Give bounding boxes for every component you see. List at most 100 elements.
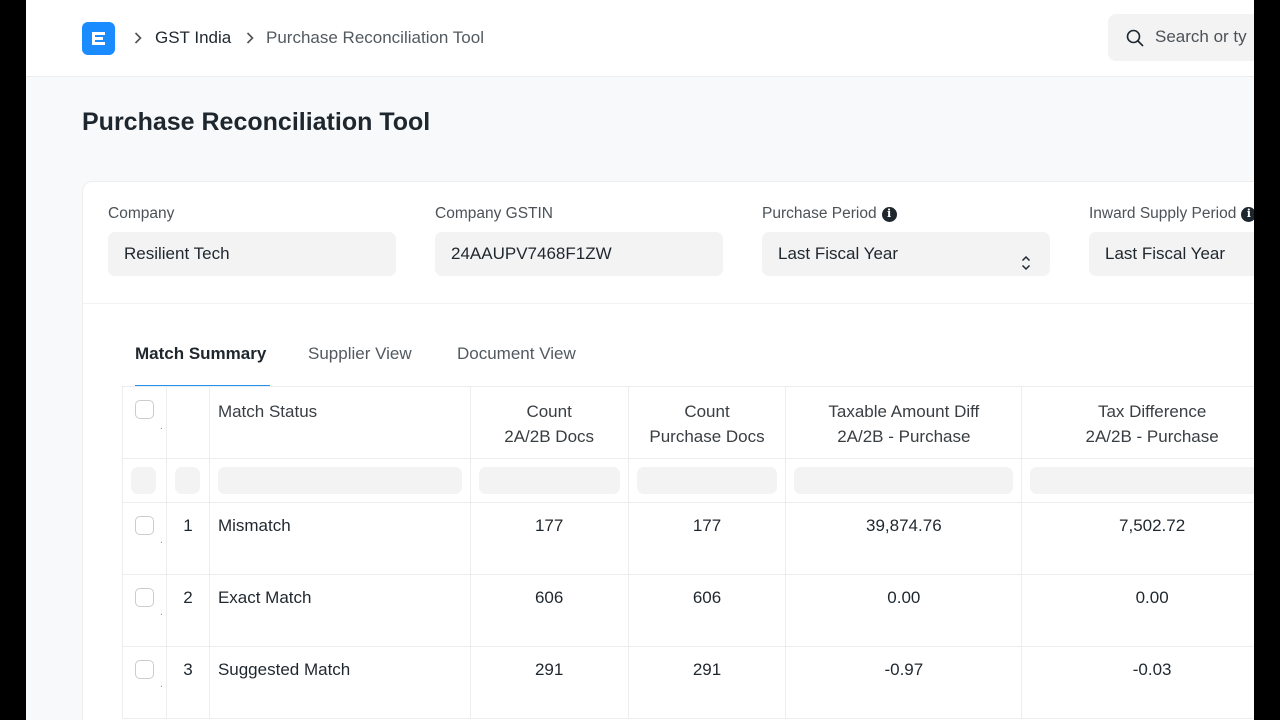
reconciliation-card: Company Resilient Tech Company GSTIN 24A…: [82, 181, 1254, 720]
row-tax-difference: -0.03: [1022, 647, 1254, 718]
filter-cell: [1022, 459, 1254, 502]
page-title: Purchase Reconciliation Tool: [82, 108, 431, 136]
row-checkbox[interactable]: [135, 588, 154, 607]
row-tax-difference: 7,502.72: [1022, 503, 1254, 574]
filter-input[interactable]: [1030, 467, 1254, 494]
header-checkbox-cell: .: [123, 387, 167, 458]
column-dots: .: [160, 535, 163, 546]
column-dots: .: [160, 421, 163, 432]
row-match-status: Exact Match: [210, 575, 471, 646]
row-checkbox[interactable]: [135, 660, 154, 679]
row-taxable-diff: -0.97: [786, 647, 1023, 718]
table-row[interactable]: . 2 Exact Match 606 606 0.00 0.00: [123, 575, 1254, 647]
row-index: 2: [167, 575, 210, 646]
breadcrumb-current-page[interactable]: Purchase Reconciliation Tool: [266, 27, 484, 49]
filter-cell: [629, 459, 787, 502]
header-taxable-diff-line2: 2A/2B - Purchase: [837, 427, 971, 446]
table-row[interactable]: . 1 Mismatch 177 177 39,874.76 7,502.72: [123, 503, 1254, 575]
company-input[interactable]: Resilient Tech: [108, 232, 396, 276]
filter-cell: [210, 459, 471, 502]
select-arrows-icon: [1020, 245, 1032, 271]
filter-cell: [471, 459, 629, 502]
row-match-status: Mismatch: [210, 503, 471, 574]
row-taxable-diff: 39,874.76: [786, 503, 1023, 574]
filter-cell: [167, 459, 210, 502]
header-taxable-diff-line1: Taxable Amount Diff: [828, 402, 980, 421]
row-checkbox[interactable]: [135, 516, 154, 535]
row-count-purchase: 177: [629, 503, 787, 574]
search-placeholder: Search or ty: [1155, 27, 1247, 46]
row-count-2a: 177: [471, 503, 629, 574]
info-icon[interactable]: i: [881, 206, 897, 222]
header-count-2a-line1: Count: [526, 402, 572, 421]
tab-match-summary[interactable]: Match Summary: [135, 344, 266, 364]
filter-input[interactable]: [174, 467, 200, 494]
row-count-purchase: 606: [629, 575, 787, 646]
navbar: GST India Purchase Reconciliation Tool S…: [26, 0, 1254, 77]
row-count-2a: 606: [471, 575, 629, 646]
tab-supplier-view[interactable]: Supplier View: [308, 344, 412, 364]
inward-period-select[interactable]: Last Fiscal Year: [1089, 232, 1254, 276]
filter-input[interactable]: [217, 467, 462, 494]
purchase-period-field: Purchase Period i Last Fiscal Year: [762, 204, 1050, 276]
gstin-label: Company GSTIN: [435, 205, 554, 222]
header-count-2a-line2: 2A/2B Docs: [504, 427, 595, 446]
filter-input[interactable]: [636, 467, 778, 494]
header-taxable-diff[interactable]: Taxable Amount Diff 2A/2B - Purchase: [786, 387, 1023, 458]
filter-input[interactable]: [794, 467, 1014, 494]
table-filter-row: [123, 459, 1254, 503]
filter-input[interactable]: [478, 467, 620, 494]
row-count-2a: 291: [471, 647, 629, 718]
header-match-status-label: Match Status: [217, 402, 318, 421]
filter-cell: [786, 459, 1023, 502]
header-count-purchase-line2: Purchase Docs: [649, 427, 765, 446]
purchase-period-select[interactable]: Last Fiscal Year: [762, 232, 1050, 276]
inward-period-field: Inward Supply Period i Last Fiscal Year: [1089, 204, 1254, 276]
gstin-field: Company GSTIN 24AAUPV7468F1ZW: [435, 204, 723, 276]
row-count-purchase: 291: [629, 647, 787, 718]
header-match-status[interactable]: Match Status: [210, 387, 471, 458]
match-summary-table: . Match Status Count 2A/2B Docs Count Pu…: [122, 386, 1254, 719]
header-count-2a[interactable]: Count 2A/2B Docs: [471, 387, 629, 458]
app-logo-icon[interactable]: [82, 22, 115, 55]
row-checkbox-cell: .: [123, 647, 167, 718]
header-tax-difference-line2: 2A/2B - Purchase: [1085, 427, 1219, 446]
company-label: Company: [108, 205, 175, 222]
header-tax-difference-line1: Tax Difference: [1097, 402, 1207, 421]
breadcrumb-gst-india[interactable]: GST India: [155, 27, 231, 49]
inward-period-value: Last Fiscal Year: [1105, 244, 1226, 263]
info-icon[interactable]: i: [1241, 206, 1254, 222]
row-index: 1: [167, 503, 210, 574]
app-window: GST India Purchase Reconciliation Tool S…: [26, 0, 1254, 720]
header-tax-difference[interactable]: Tax Difference 2A/2B - Purchase: [1022, 387, 1254, 458]
select-all-checkbox[interactable]: [135, 400, 154, 419]
table-row[interactable]: . 3 Suggested Match 291 291 -0.97 -0.03: [123, 647, 1254, 719]
purchase-period-label-row: Purchase Period i: [762, 204, 1050, 224]
header-index-cell: [167, 387, 210, 458]
filter-cell: [123, 459, 167, 502]
row-checkbox-cell: .: [123, 503, 167, 574]
row-taxable-diff: 0.00: [786, 575, 1023, 646]
row-tax-difference: 0.00: [1022, 575, 1254, 646]
header-count-purchase-line1: Count: [684, 402, 730, 421]
tab-document-view[interactable]: Document View: [457, 344, 576, 364]
table-header-row: . Match Status Count 2A/2B Docs Count Pu…: [123, 387, 1254, 459]
column-dots: .: [160, 679, 163, 690]
purchase-period-value: Last Fiscal Year: [778, 244, 899, 263]
gstin-input[interactable]: 24AAUPV7468F1ZW: [435, 232, 723, 276]
filter-input[interactable]: [131, 467, 156, 494]
inward-period-label-row: Inward Supply Period i: [1089, 204, 1254, 224]
inward-period-label: Inward Supply Period: [1089, 205, 1237, 222]
company-field: Company Resilient Tech: [108, 204, 396, 276]
search-icon: [1125, 28, 1145, 48]
search-bar[interactable]: Search or ty: [1108, 14, 1254, 61]
row-checkbox-cell: .: [123, 575, 167, 646]
chevron-right-icon: [131, 28, 145, 48]
column-dots: .: [160, 607, 163, 618]
filter-section: Company Resilient Tech Company GSTIN 24A…: [83, 182, 1254, 304]
header-count-purchase[interactable]: Count Purchase Docs: [629, 387, 787, 458]
purchase-period-label: Purchase Period: [762, 205, 877, 222]
chevron-right-icon: [243, 28, 257, 48]
row-match-status: Suggested Match: [210, 647, 471, 718]
row-index: 3: [167, 647, 210, 718]
